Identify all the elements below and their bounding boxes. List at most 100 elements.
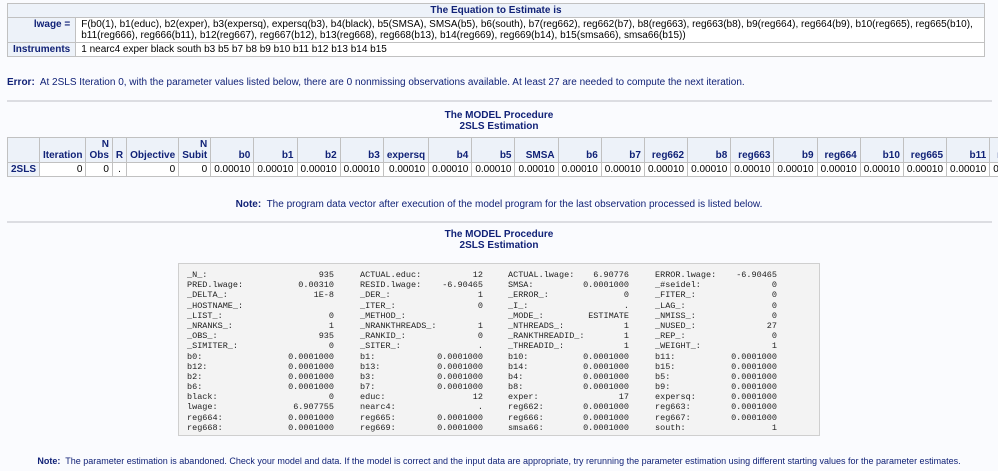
- note-label: Note:: [37, 456, 61, 466]
- variable-value: 0: [771, 280, 777, 291]
- variable-value: 0: [328, 392, 334, 403]
- variable-name: _RANKID_:: [360, 331, 406, 342]
- column-header: reg663: [730, 137, 775, 163]
- variable-value: 1: [328, 320, 334, 331]
- column-header: b5: [471, 137, 516, 163]
- variable-value: 0.0001000: [583, 351, 629, 362]
- variable-name: ACTUAL.educ:: [360, 270, 422, 280]
- variable-value: 0.0001000: [583, 382, 629, 393]
- variable-name: _NRANKS_:: [187, 320, 233, 331]
- table-cell: 0.00010: [902, 162, 948, 177]
- listing-row: _LIST_: 0 _METHOD_: _MODE_: ESTIMATE _NMISS_:…: [179, 311, 819, 321]
- variable-name: expersq:: [655, 392, 696, 403]
- variable-name: b15:: [655, 361, 676, 372]
- listing-row: black: 0 educ: 12 exper: 17 expersq: 0.0001000: [179, 392, 819, 402]
- variable-name: lwage:: [187, 402, 218, 413]
- table-cell: .: [111, 162, 128, 177]
- variable-name: _LIST_:: [187, 310, 223, 321]
- variable-name: b14:: [508, 361, 529, 372]
- variable-name: reg664:: [187, 412, 223, 423]
- variable-name: exper:: [508, 392, 539, 403]
- listing-row: _HOSTNAME_: _ITER_: 0 _I_:. _LAG_: 0: [179, 301, 819, 311]
- variable-value: 0.0001000: [731, 371, 777, 382]
- variable-value: 0.0001000: [583, 412, 629, 423]
- variable-name: reg667:: [655, 412, 691, 423]
- title-line: The MODEL Procedure: [444, 110, 554, 121]
- column-header: b0: [210, 137, 255, 163]
- iteration-header-row: Iteration N Obs R Objective N Subit b0 b1 b2 b3 e…: [6, 137, 998, 163]
- table-cell: 0.00010: [471, 162, 516, 177]
- variable-value: 0.0001000: [583, 280, 629, 291]
- variable-value: 0.00310: [298, 280, 334, 291]
- equation-caption: The Equation to Estimate is: [7, 3, 985, 18]
- variable-name: ACTUAL.lwage:: [508, 270, 575, 280]
- note-pdv: Note: The program data vector after exec…: [0, 199, 998, 210]
- column-header: b10: [859, 137, 904, 163]
- listing-row: _OBS_: 935 _RANKID_: 0 _RANKTHREADID_: 1 _REP_…: [179, 331, 819, 341]
- table-cell: 0: [126, 162, 180, 177]
- listing-row: b6: 0.0001000 b7: 0.0001000 b8: 0.0001000 b9: 0…: [179, 382, 819, 392]
- variable-value: 0.0001000: [437, 351, 483, 362]
- procedure-title-2: The MODEL Procedure 2SLS Estimation: [0, 229, 998, 251]
- variable-value: 0.0001000: [583, 422, 629, 433]
- variable-name: PRED.lwage:: [187, 280, 244, 291]
- variable-name: _ERROR_:: [508, 290, 549, 301]
- equation-rhs: F(b0(1), b1(educ), b2(exper), b3(expersq…: [75, 17, 985, 43]
- column-header: SMSA: [514, 137, 559, 163]
- listing-row: _SIMITER_: 0 _SITER_:. _THREADID_: 1 _WEIGHT_…: [179, 341, 819, 351]
- table-cell: 0.00010: [946, 162, 991, 177]
- variable-name: b7:: [360, 382, 376, 393]
- table-cell: 0.00010: [296, 162, 341, 177]
- listing-row: b0: 0.0001000 b1: 0.0001000 b10: 0.0001000 b11…: [179, 352, 819, 362]
- row-label: 2SLS: [6, 162, 41, 177]
- variable-name: _DER_:: [360, 290, 391, 301]
- variable-value: 0: [477, 331, 483, 342]
- variable-name: educ:: [360, 392, 386, 403]
- table-cell: 0.00010: [428, 162, 473, 177]
- program-data-vector-listing: _N_: 935 ACTUAL.educ: 12 ACTUAL.lwage: 6.9077…: [178, 263, 820, 436]
- variable-name: b1:: [360, 351, 376, 362]
- variable-name: b13:: [360, 361, 381, 372]
- listing-row: lwage: 6.907755 nearc4:. reg662: 0.0001000 re…: [179, 402, 819, 412]
- column-header: reg662: [643, 137, 689, 163]
- variable-value: 1: [623, 320, 629, 331]
- listing-row: _NRANKS_: 1 _NRANKTHREADS_: 1 _NTHREADS_: 1 _N…: [179, 321, 819, 331]
- variable-value: 0: [477, 300, 483, 311]
- variable-value: 12: [472, 392, 483, 403]
- variable-value: 12: [472, 270, 483, 280]
- note-text: The parameter estimation is abandoned. C…: [65, 456, 961, 466]
- table-cell: 0.00010: [557, 162, 602, 177]
- variable-name: south:: [655, 422, 686, 433]
- variable-name: b0:: [187, 351, 203, 362]
- column-header: b1: [253, 137, 298, 163]
- variable-value: 6.907755: [293, 402, 334, 413]
- column-header: b4: [428, 137, 473, 163]
- variable-value: .: [477, 402, 483, 413]
- variable-value: 0.0001000: [731, 382, 777, 393]
- instruments-label: Instruments: [6, 42, 77, 57]
- variable-name: _OBS_:: [187, 331, 218, 342]
- listing-row: b2: 0.0001000 b3: 0.0001000 b4: 0.0001000 b5: 0…: [179, 372, 819, 382]
- variable-name: ERROR.lwage:: [655, 270, 717, 280]
- listing-row: reg664: 0.0001000 reg665: 0.0001000 reg666: 0…: [179, 413, 819, 423]
- instruments-value: 1 nearc4 exper black south b3 b5 b7 b8 b…: [75, 42, 985, 57]
- table-cell: 0.00010: [989, 162, 998, 177]
- variable-value: ESTIMATE: [588, 310, 629, 321]
- table-cell: 0: [39, 162, 87, 177]
- column-header: N Subit: [178, 137, 212, 163]
- variable-value: 0.0001000: [288, 351, 334, 362]
- variable-name: reg666:: [508, 412, 544, 423]
- variable-value: 0: [328, 310, 334, 321]
- table-cell: 0.00010: [773, 162, 818, 177]
- error-label: Error:: [7, 77, 35, 88]
- listing-row: _DELTA_: 1E-8 _DER_: 1 _ERROR_: 0 _FITER_: 0: [179, 290, 819, 300]
- variable-name: _I_:: [508, 300, 529, 311]
- variable-name: RESID.lwage:: [360, 280, 422, 291]
- variable-value: 0.0001000: [288, 412, 334, 423]
- variable-name: b11:: [655, 351, 676, 362]
- variable-value: 0.0001000: [583, 361, 629, 372]
- variable-value: 935: [318, 270, 334, 280]
- variable-value: 0.0001000: [731, 402, 777, 413]
- variable-name: _RANKTHREADID_:: [508, 331, 585, 342]
- variable-name: _WEIGHT_:: [655, 341, 701, 352]
